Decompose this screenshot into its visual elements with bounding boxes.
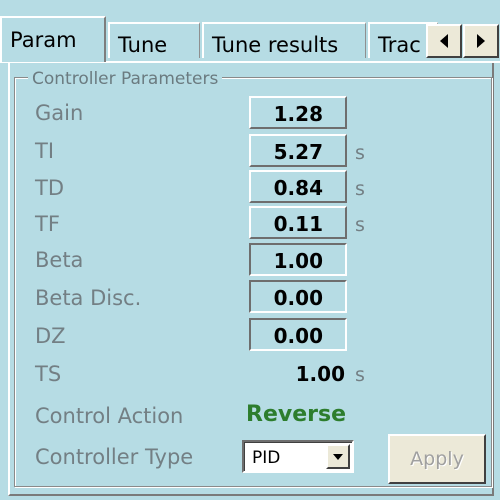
dz-label: DZ (35, 324, 66, 348)
gain-field[interactable]: 1.28 (249, 96, 347, 129)
controller-type-select[interactable]: PID (242, 440, 354, 473)
arrow-left-icon (440, 34, 448, 48)
ti-unit: s (355, 142, 365, 164)
arrow-right-icon (477, 34, 485, 48)
tab-label: Trac (378, 33, 421, 57)
td-label: TD (35, 176, 64, 200)
td-unit: s (355, 178, 365, 200)
tab-strip: Param Tune Tune results Trac (0, 0, 500, 64)
beta-label: Beta (35, 248, 84, 272)
tab-tune-results[interactable]: Tune results (202, 22, 366, 58)
ti-label: TI (35, 139, 55, 163)
control-action-label: Control Action (35, 404, 184, 428)
tf-label: TF (35, 212, 60, 236)
tab-scroll-left-button[interactable] (426, 24, 462, 58)
apply-button[interactable]: Apply (388, 434, 486, 484)
ts-label: TS (35, 362, 62, 386)
controller-type-selected: PID (252, 448, 281, 468)
tab-scroll-right-button[interactable] (463, 24, 499, 58)
tf-field[interactable]: 0.11 (249, 206, 347, 239)
gain-label: Gain (35, 101, 84, 125)
beta-field[interactable]: 1.00 (249, 243, 347, 276)
tf-unit: s (355, 214, 365, 236)
tab-label: Tune results (212, 33, 339, 57)
ts-unit: s (355, 364, 365, 386)
ts-value: 1.00 (295, 362, 345, 386)
tab-label: Tune (118, 33, 168, 57)
dropdown-button[interactable] (326, 444, 350, 469)
ti-field[interactable]: 5.27 (249, 134, 347, 167)
controller-type-label: Controller Type (35, 445, 194, 469)
group-title: Controller Parameters (28, 69, 223, 89)
beta-disc-label: Beta Disc. (35, 286, 142, 310)
chevron-down-icon (333, 453, 343, 460)
dz-field[interactable]: 0.00 (249, 318, 347, 351)
tab-param[interactable]: Param (0, 16, 106, 62)
td-field[interactable]: 0.84 (249, 170, 347, 203)
control-action-value: Reverse (246, 402, 346, 427)
tab-label: Param (10, 28, 77, 52)
tab-tune[interactable]: Tune (108, 22, 200, 58)
beta-disc-field[interactable]: 0.00 (249, 280, 347, 313)
